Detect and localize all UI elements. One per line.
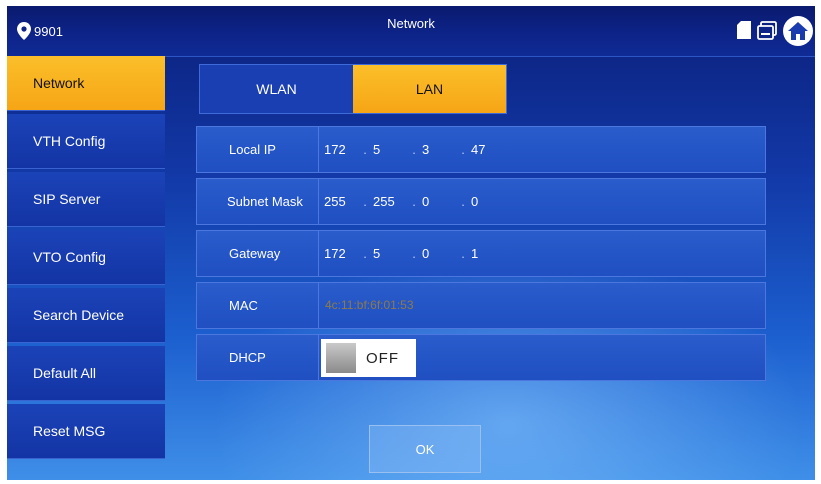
sidebar-item-default-all[interactable]: Default All: [7, 346, 165, 401]
local-ip-octet-1[interactable]: [321, 138, 360, 161]
subnet-mask-row: Subnet Mask . . .: [196, 178, 766, 225]
local-ip-octet-4[interactable]: [468, 138, 507, 161]
sidebar-item-search-device[interactable]: Search Device: [7, 288, 165, 343]
gateway-field: . . .: [321, 231, 507, 276]
sd-card-icon: [737, 21, 751, 39]
tab-wlan[interactable]: WLAN: [200, 65, 353, 113]
ip-separator: .: [363, 142, 367, 157]
ip-separator: .: [412, 194, 416, 209]
local-ip-octet-2[interactable]: [370, 138, 409, 161]
gateway-label: Gateway: [197, 231, 319, 276]
mac-value: 4c:11:bf:6f:01:53: [325, 298, 414, 312]
subnet-mask-octet-1[interactable]: [321, 190, 360, 213]
toggle-knob: [326, 343, 356, 373]
sidebar-item-vto-config[interactable]: VTO Config: [7, 230, 165, 285]
gateway-octet-4[interactable]: [468, 242, 507, 265]
header-bar: 9901 Network: [7, 6, 815, 57]
storage-icon: [757, 21, 777, 40]
gateway-octet-3[interactable]: [419, 242, 458, 265]
home-icon: [788, 22, 808, 40]
subnet-mask-label: Subnet Mask: [197, 179, 319, 224]
ip-separator: .: [461, 194, 465, 209]
sidebar-item-vth-config[interactable]: VTH Config: [7, 114, 165, 169]
dhcp-row: DHCP OFF: [196, 334, 766, 381]
local-ip-octet-3[interactable]: [419, 138, 458, 161]
ip-separator: .: [363, 246, 367, 261]
network-settings-screen: 9901 Network Network VTH Config SIP Serv…: [7, 6, 815, 480]
ip-separator: .: [461, 142, 465, 157]
subnet-mask-field: . . .: [321, 179, 507, 224]
mac-label: MAC: [197, 283, 319, 328]
subnet-mask-octet-2[interactable]: [370, 190, 409, 213]
dhcp-label: DHCP: [197, 335, 319, 380]
subnet-mask-octet-4[interactable]: [468, 190, 507, 213]
dhcp-state-label: OFF: [366, 349, 399, 367]
ip-separator: .: [412, 246, 416, 261]
subnet-mask-octet-3[interactable]: [419, 190, 458, 213]
ip-separator: .: [412, 142, 416, 157]
local-ip-field: . . .: [321, 127, 507, 172]
gateway-octet-1[interactable]: [321, 242, 360, 265]
tab-lan[interactable]: LAN: [353, 65, 506, 113]
network-tab-bar: WLAN LAN: [199, 64, 507, 114]
sidebar-item-sip-server[interactable]: SIP Server: [7, 172, 165, 227]
dhcp-toggle[interactable]: OFF: [321, 339, 416, 377]
ip-separator: .: [363, 194, 367, 209]
gateway-octet-2[interactable]: [370, 242, 409, 265]
local-ip-label: Local IP: [197, 127, 319, 172]
mac-row: MAC 4c:11:bf:6f:01:53: [196, 282, 766, 329]
sidebar-item-reset-msg[interactable]: Reset MSG: [7, 404, 165, 459]
local-ip-row: Local IP . . .: [196, 126, 766, 173]
sidebar-item-network[interactable]: Network: [7, 56, 165, 111]
gateway-row: Gateway . . .: [196, 230, 766, 277]
ip-separator: .: [461, 246, 465, 261]
page-title: Network: [387, 16, 435, 31]
ok-button[interactable]: OK: [369, 425, 481, 473]
home-button[interactable]: [783, 16, 813, 46]
